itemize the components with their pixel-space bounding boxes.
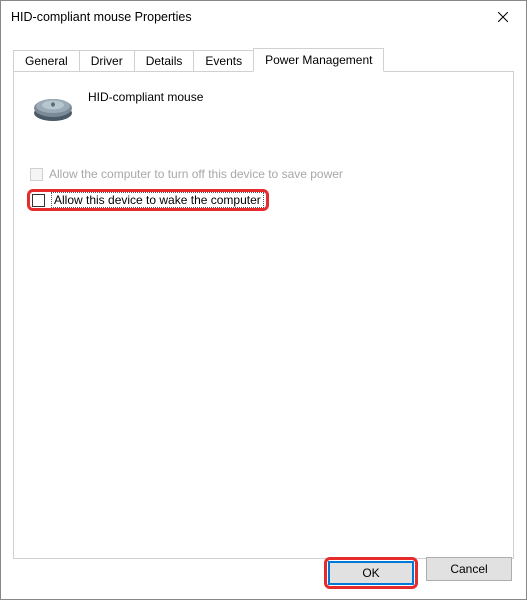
label-wake: Allow this device to wake the computer [51,192,264,208]
mouse-icon [32,94,74,122]
close-icon [498,12,508,22]
tab-details[interactable]: Details [134,50,195,71]
tab-events[interactable]: Events [193,50,254,71]
title-bar: HID-compliant mouse Properties [1,1,526,33]
tab-panel: HID-compliant mouse Allow the computer t… [13,71,514,559]
close-button[interactable] [480,1,526,33]
button-bar: OK Cancel [324,557,512,589]
highlight-ok-button: OK [324,557,418,589]
highlight-wake-option: Allow this device to wake the computer [27,189,269,211]
tab-general[interactable]: General [13,50,80,71]
device-name: HID-compliant mouse [88,90,203,104]
ok-button[interactable]: OK [328,561,414,585]
label-turn-off: Allow the computer to turn off this devi… [49,167,343,181]
checkbox-wake[interactable] [32,194,45,207]
tab-driver[interactable]: Driver [79,50,135,71]
tab-power-management[interactable]: Power Management [253,48,384,72]
option-turn-off-row: Allow the computer to turn off this devi… [28,166,499,182]
device-header: HID-compliant mouse [28,90,499,122]
window-title: HID-compliant mouse Properties [11,10,192,24]
content-area: General Driver Details Events Power Mana… [1,33,526,559]
tab-row: General Driver Details Events Power Mana… [13,49,514,71]
option-wake-row: Allow this device to wake the computer [28,188,499,212]
checkbox-turn-off [30,168,43,181]
cancel-button[interactable]: Cancel [426,557,512,581]
